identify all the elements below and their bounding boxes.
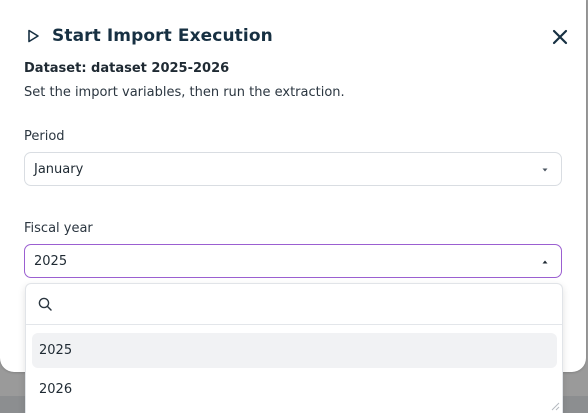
fiscal-year-option-2025[interactable]: 2025 — [32, 333, 557, 368]
period-select-value: January — [34, 162, 84, 177]
chevron-down-icon — [542, 168, 548, 172]
play-icon — [24, 27, 42, 45]
option-label: 2026 — [39, 382, 73, 397]
fiscal-year-dropdown: 2025 2026 — [25, 283, 563, 413]
chevron-up-icon — [542, 260, 548, 264]
dialog-title: Start Import Execution — [52, 26, 273, 46]
dropdown-search-input[interactable] — [62, 292, 546, 318]
period-select[interactable]: January — [24, 152, 562, 186]
fiscal-year-option-2026[interactable]: 2026 — [32, 372, 557, 407]
period-label: Period — [24, 129, 65, 144]
dialog-header: Start Import Execution — [24, 24, 273, 48]
dropdown-search — [26, 284, 562, 325]
resize-grip-icon[interactable] — [550, 401, 560, 411]
dataset-label: Dataset: dataset 2025-2026 — [24, 61, 230, 76]
close-button[interactable] — [550, 27, 570, 47]
close-icon — [552, 29, 568, 45]
dialog-description: Set the import variables, then run the e… — [24, 85, 345, 100]
fiscal-year-select-value: 2025 — [34, 254, 68, 269]
fiscal-year-label: Fiscal year — [24, 221, 93, 236]
search-icon — [38, 297, 52, 311]
fiscal-year-select[interactable]: 2025 — [24, 244, 562, 278]
option-label: 2025 — [39, 343, 73, 358]
